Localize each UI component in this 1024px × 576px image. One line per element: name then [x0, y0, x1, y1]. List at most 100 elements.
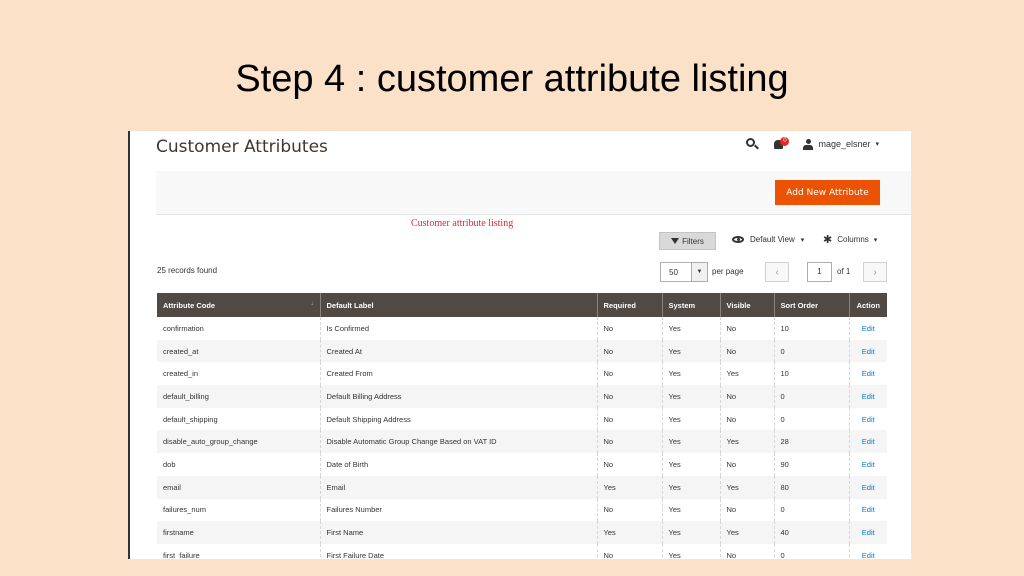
admin-header: Customer Attributes 0 mage_elsner ▾	[130, 131, 911, 171]
table-cell: Yes	[662, 498, 721, 522]
table-cell: No	[597, 362, 663, 386]
table-cell: No	[597, 385, 663, 408]
per-page-label: per page	[712, 267, 744, 276]
table-cell: Yes	[720, 430, 775, 454]
edit-link[interactable]: Edit	[849, 407, 887, 431]
table-cell: No	[597, 317, 663, 340]
table-cell: Yes	[662, 521, 721, 544]
edit-link[interactable]: Edit	[849, 339, 887, 363]
table-cell: 0	[774, 543, 850, 559]
table-cell: default_billing	[157, 385, 321, 408]
table-row[interactable]: created_in Created From No Yes Yes 10 Edit	[157, 362, 887, 386]
column-header-label: System	[668, 300, 696, 310]
table-row[interactable]: disable_auto_group_change Disable Automat…	[157, 430, 887, 454]
column-header[interactable]: System	[662, 293, 721, 317]
table-row[interactable]: dob Date of Birth No Yes No 90 Edit	[157, 453, 887, 476]
table-row[interactable]: confirmation Is Confirmed No Yes No 10 Edit	[157, 317, 887, 340]
table-cell: email	[157, 475, 321, 499]
table-row[interactable]: first_failure First Failure Date No Yes No 0 E…	[157, 543, 887, 559]
column-header-label: Attribute Code	[163, 300, 216, 310]
table-cell: Created At	[320, 339, 598, 363]
table-cell: Is Confirmed	[320, 317, 598, 340]
table-cell: Default Billing Address	[320, 385, 598, 408]
table-cell: No	[597, 339, 663, 363]
table-cell: first_failure	[157, 543, 321, 559]
table-row[interactable]: default_billing Default Billing Address No…	[157, 385, 887, 408]
admin-screenshot: Customer Attributes 0 mage_elsner ▾ Add …	[128, 131, 911, 559]
table-cell: Yes	[720, 475, 775, 499]
table-cell: 28	[774, 430, 850, 454]
chevron-right-icon: ›	[873, 266, 877, 278]
chevron-down-icon: ▾	[875, 141, 879, 148]
column-header[interactable]: Action	[849, 293, 887, 317]
table-cell: 0	[774, 498, 850, 522]
edit-link[interactable]: Edit	[849, 362, 887, 386]
edit-link[interactable]: Edit	[849, 430, 887, 454]
table-cell: First Name	[320, 521, 598, 544]
next-page-button[interactable]: ›	[863, 262, 887, 282]
table-header-row: Attribute Code ↓ Default Label Required Syst…	[157, 293, 887, 317]
column-header-label: Required	[603, 300, 637, 310]
table-cell: created_in	[157, 362, 321, 386]
chevron-down-icon: ▾	[873, 236, 878, 244]
grid-controls: Filters Default View ▾ ✱ Columns ▾	[130, 231, 911, 251]
table-row[interactable]: failures_num Failures Number No Yes No 0 Edit	[157, 498, 887, 522]
edit-link[interactable]: Edit	[849, 317, 887, 340]
table-cell: Yes	[720, 362, 775, 386]
table-cell: default_shipping	[157, 407, 321, 431]
per-page-select[interactable]: 50 ▼	[660, 262, 708, 282]
user-menu[interactable]: mage_elsner ▾	[803, 138, 879, 150]
table-cell: No	[720, 339, 775, 363]
table-cell: Email	[320, 475, 598, 499]
edit-link[interactable]: Edit	[849, 543, 887, 559]
edit-link[interactable]: Edit	[849, 521, 887, 544]
edit-link[interactable]: Edit	[849, 385, 887, 408]
table-row[interactable]: created_at Created At No Yes No 0 Edit	[157, 339, 887, 363]
column-header[interactable]: Attribute Code ↓	[157, 293, 321, 317]
table-body: confirmation Is Confirmed No Yes No 10 Edit cre…	[157, 317, 887, 559]
table-cell: Yes	[662, 362, 721, 386]
table-cell: Yes	[662, 339, 721, 363]
table-row[interactable]: firstname First Name Yes Yes Yes 40 Edit	[157, 521, 887, 544]
table-cell: Yes	[597, 475, 663, 499]
table-cell: created_at	[157, 339, 321, 363]
table-cell: No	[597, 407, 663, 431]
column-header[interactable]: Visible	[720, 293, 775, 317]
table-cell: Failures Number	[320, 498, 598, 522]
table-cell: 80	[774, 475, 850, 499]
table-cell: Yes	[662, 453, 721, 476]
column-header-label: Action	[856, 300, 880, 310]
default-view-dropdown[interactable]: Default View ▾	[732, 235, 804, 244]
column-header-label: Sort Order	[780, 300, 819, 310]
search-icon[interactable]	[745, 137, 760, 151]
table-row[interactable]: default_shipping Default Shipping Address…	[157, 407, 887, 431]
filters-button[interactable]: Filters	[659, 232, 716, 250]
column-header[interactable]: Required	[597, 293, 663, 317]
page-title: Customer Attributes	[156, 137, 328, 157]
notifications-bell-icon[interactable]: 0	[773, 137, 790, 151]
notification-badge: 0	[780, 137, 790, 146]
column-header[interactable]: Sort Order	[774, 293, 850, 317]
table-row[interactable]: email Email Yes Yes Yes 80 Edit	[157, 475, 887, 499]
edit-link[interactable]: Edit	[849, 498, 887, 522]
previous-page-button[interactable]: ‹	[765, 262, 789, 282]
table-cell: 0	[774, 339, 850, 363]
table-cell: No	[720, 498, 775, 522]
columns-dropdown[interactable]: ✱ Columns ▾	[823, 234, 878, 245]
table-cell: No	[720, 385, 775, 408]
column-header[interactable]: Default Label	[320, 293, 598, 317]
chevron-down-icon: ▾	[800, 236, 805, 244]
page-number-input[interactable]: 1	[807, 262, 832, 282]
edit-link[interactable]: Edit	[849, 453, 887, 476]
add-new-attribute-button[interactable]: Add New Attribute	[775, 180, 880, 205]
table-cell: 0	[774, 385, 850, 408]
table-cell: Disable Automatic Group Change Based on …	[320, 430, 598, 454]
table-cell: Yes	[662, 385, 721, 408]
table-cell: Yes	[662, 543, 721, 559]
chevron-down-icon[interactable]: ▼	[691, 263, 707, 281]
per-page-value: 50	[669, 267, 678, 277]
sort-arrow-icon: ↓	[310, 300, 314, 307]
edit-link[interactable]: Edit	[849, 475, 887, 499]
table-cell: No	[720, 317, 775, 340]
chevron-left-icon: ‹	[775, 266, 779, 278]
